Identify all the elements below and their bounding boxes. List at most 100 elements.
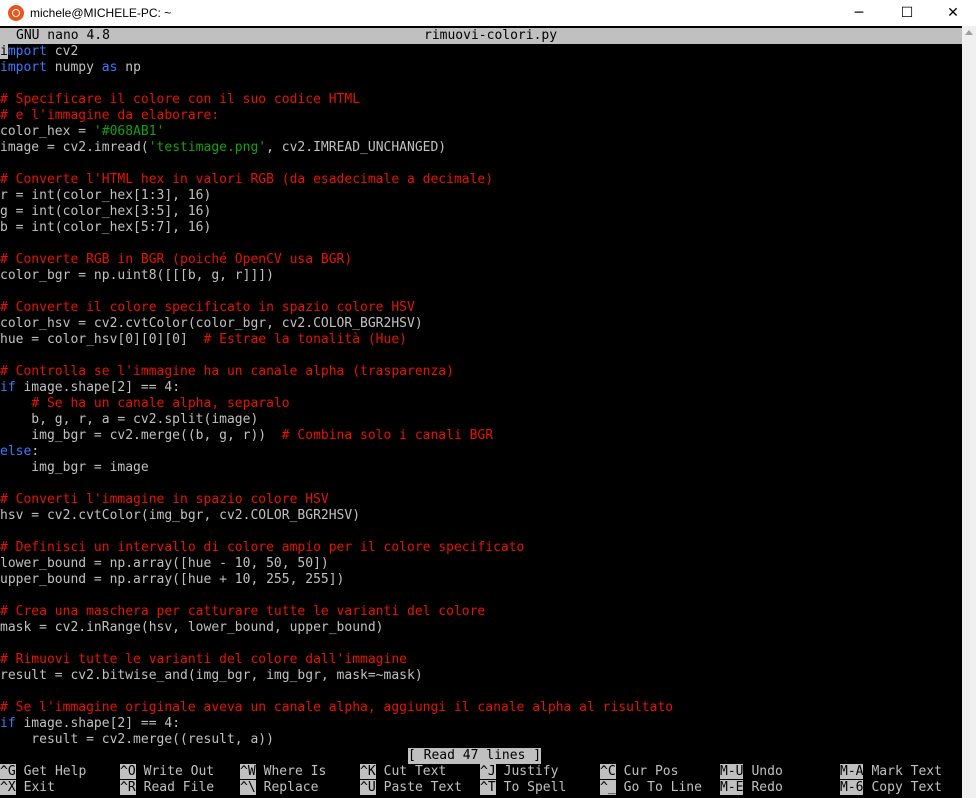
shortcut-key: ^U [360, 780, 376, 795]
code-token: as [101, 60, 118, 75]
code-line[interactable]: # Rimuovi tutte le varianti del colore d… [0, 652, 407, 668]
shortcut-item[interactable]: ^K Cut Text [360, 764, 446, 780]
code-line[interactable]: # Converte RGB in BGR (poiché OpenCV usa… [0, 252, 352, 268]
shortcut-item[interactable]: ^R Read File [120, 780, 214, 796]
shortcut-item[interactable]: ^X Exit [0, 780, 55, 796]
shortcut-label: Mark Text [871, 764, 942, 779]
code-token: r = int(color_hex[1:3], 16) [0, 188, 212, 203]
code-line[interactable]: import numpy as np [0, 60, 141, 76]
code-line[interactable]: # Se ha un canale alpha, separalo [0, 396, 290, 412]
shortcut-key: ^X [0, 780, 16, 795]
shortcut-item[interactable]: M-6 Copy Text [840, 780, 942, 796]
shortcut-item[interactable]: ^G Get Help [0, 764, 86, 780]
scroll-up-arrow-icon[interactable] [965, 30, 973, 35]
code-line[interactable]: color_hsv = cv2.cvtColor(color_bgr, cv2.… [0, 316, 423, 332]
code-line[interactable]: if image.shape[2] == 4: [0, 380, 180, 396]
code-line[interactable]: b, g, r, a = cv2.split(image) [0, 412, 258, 428]
maximize-button[interactable]: ☐ [884, 0, 930, 26]
shortcut-key: ^\ [240, 780, 256, 795]
terminal[interactable]: GNU nano 4.8 rimuovi-colori.py import cv… [0, 28, 962, 798]
shortcut-item[interactable]: M-A Mark Text [840, 764, 942, 780]
code-token: # Se l'immagine originale aveva un canal… [0, 700, 674, 715]
scrollbar[interactable] [962, 26, 976, 798]
code-line[interactable]: if image.shape[2] == 4: [0, 716, 180, 732]
shortcut-key: ^O [120, 764, 136, 779]
shortcut-label: Exit [23, 780, 55, 795]
minimize-button[interactable]: ─ [836, 0, 882, 26]
code-line[interactable]: # Converti l'immagine in spazio colore H… [0, 492, 329, 508]
code-line[interactable]: else: [0, 444, 39, 460]
shortcut-label: Undo [751, 764, 783, 779]
code-line[interactable]: hue = color_hsv[0][0][0] # Estrae la ton… [0, 332, 407, 348]
code-line[interactable]: hsv = cv2.cvtColor(img_bgr, cv2.COLOR_BG… [0, 508, 360, 524]
shortcut-item[interactable]: ^_ Go To Line [600, 780, 702, 796]
shortcut-item[interactable]: M-E Redo [720, 780, 783, 796]
nano-version: GNU nano 4.8 [16, 28, 110, 43]
code-token: g = int(color_hex[3:5], 16) [0, 204, 212, 219]
code-token: # Converte l'HTML hex in valori RGB (da … [0, 172, 494, 187]
code-line[interactable]: img_bgr = image [0, 460, 149, 476]
shortcut-item[interactable]: ^O Write Out [120, 764, 214, 780]
shortcut-item[interactable]: ^C Cur Pos [600, 764, 678, 780]
code-line[interactable]: color_bgr = np.uint8([[[b, g, r]]]) [0, 268, 274, 284]
code-token: color_hex = [0, 124, 94, 139]
code-token: np [117, 60, 141, 75]
shortcut-key: ^J [480, 764, 496, 779]
shortcut-key: ^G [0, 764, 16, 779]
code-token: 'testimage.png' [148, 140, 267, 155]
code-token: # Combina solo i canali BGR [281, 428, 494, 443]
code-line[interactable]: b = int(color_hex[5:7], 16) [0, 220, 211, 236]
shortcut-item[interactable]: ^\ Replace [240, 780, 318, 796]
code-line[interactable]: # e l'immagine da elaborare: [0, 108, 219, 124]
code-token: upper_bound = np.array([hue + 10, 255, 2… [0, 572, 345, 587]
code-line[interactable]: result = cv2.merge((result, a)) [0, 732, 274, 748]
code-line[interactable]: r = int(color_hex[1:3], 16) [0, 188, 211, 204]
code-line[interactable]: mask = cv2.inRange(hsv, lower_bound, upp… [0, 620, 384, 636]
code-token: # Se ha un canale alpha, separalo [31, 396, 290, 411]
shortcut-key: ^T [480, 780, 496, 795]
code-line[interactable]: # Converte il colore specificato in spaz… [0, 300, 415, 316]
shortcut-key: M-A [840, 764, 864, 779]
code-token: : [31, 444, 40, 459]
code-line[interactable]: import cv2 [0, 44, 78, 60]
close-button[interactable]: ✕ [930, 0, 976, 26]
shortcut-label: Replace [263, 780, 319, 795]
shortcut-item[interactable]: M-U Undo [720, 764, 783, 780]
code-line[interactable]: # Definisci un intervallo di colore ampi… [0, 540, 524, 556]
code-line[interactable]: color_hex = '#068AB1' [0, 124, 164, 140]
code-line[interactable]: # Specificare il colore con il suo codic… [0, 92, 360, 108]
shortcut-item[interactable]: ^T To Spell [480, 780, 566, 796]
code-line[interactable]: # Controlla se l'immagine ha un canale a… [0, 364, 454, 380]
shortcut-label: Paste Text [383, 780, 462, 795]
code-token: # Estrae la tonalità (Hue) [203, 332, 408, 347]
code-line[interactable]: lower_bound = np.array([hue - 10, 50, 50… [0, 556, 329, 572]
code-token: # Controlla se l'immagine ha un canale a… [0, 364, 454, 379]
shortcut-item[interactable]: ^W Where Is [240, 764, 326, 780]
code-token: image = cv2.imread( [0, 140, 149, 155]
code-token: color_hsv = cv2.cvtColor(color_bgr, cv2.… [0, 316, 423, 331]
code-token: result = cv2.merge((result, a)) [0, 732, 274, 747]
code-line[interactable]: image = cv2.imread('testimage.png', cv2.… [0, 140, 446, 156]
window-title: michele@MICHELE-PC: ~ [30, 6, 172, 20]
code-line[interactable]: # Converte l'HTML hex in valori RGB (da … [0, 172, 493, 188]
shortcut-label: To Spell [503, 780, 567, 795]
shortcut-item[interactable]: ^U Paste Text [360, 780, 462, 796]
code-token: img_bgr = image [0, 460, 149, 475]
code-line[interactable]: upper_bound = np.array([hue + 10, 255, 2… [0, 572, 344, 588]
code-line[interactable]: # Se l'immagine originale aveva un canal… [0, 700, 673, 716]
code-token: numpy [46, 60, 102, 75]
code-token: if [0, 716, 16, 731]
code-token: lower_bound = np.array([hue - 10, 50, 50… [0, 556, 329, 571]
shortcut-key: ^_ [600, 780, 616, 795]
code-line[interactable]: g = int(color_hex[3:5], 16) [0, 204, 211, 220]
shortcut-key: ^R [120, 780, 136, 795]
shortcut-label: Write Out [143, 764, 215, 779]
code-token: # Definisci un intervallo di colore ampi… [0, 540, 525, 555]
code-line[interactable]: result = cv2.bitwise_and(img_bgr, img_bg… [0, 668, 423, 684]
shortcut-item[interactable]: ^J Justify [480, 764, 558, 780]
code-line[interactable]: # Crea una maschera per catturare tutte … [0, 604, 485, 620]
shortcut-key: M-E [720, 780, 744, 795]
code-token: # Specificare il colore con il suo codic… [0, 92, 361, 107]
code-line[interactable]: img_bgr = cv2.merge((b, g, r)) # Combina… [0, 428, 493, 444]
